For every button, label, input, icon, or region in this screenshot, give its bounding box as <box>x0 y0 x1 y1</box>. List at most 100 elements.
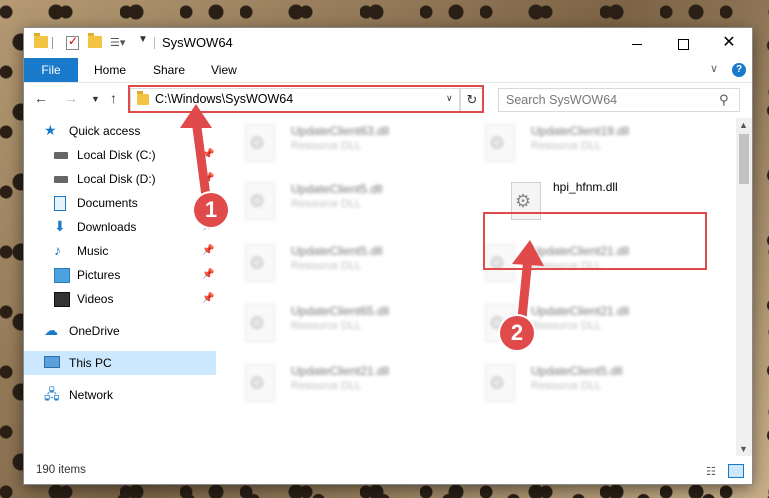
chevron-down-icon[interactable]: ∨ <box>710 62 718 75</box>
sidebar-item-downloads[interactable]: ⬇ Downloads 📌 <box>24 215 216 239</box>
documents-icon <box>54 196 66 211</box>
file-item[interactable]: UpdateClient5.dll Resource DLL <box>461 358 691 408</box>
file-highlight-box <box>483 212 707 270</box>
sidebar-item-label: Local Disk (C:) <box>77 148 156 162</box>
ribbon-tabs: File Home Share View ∨ ? <box>24 58 752 83</box>
sidebar-item-this-pc[interactable]: This PC <box>24 351 216 375</box>
dll-file-icon <box>485 364 515 402</box>
dll-file-icon <box>245 124 275 162</box>
sidebar-item-label: Quick access <box>69 124 141 138</box>
minimize-icon <box>632 43 642 45</box>
recent-locations-icon[interactable]: ▼ <box>91 94 100 104</box>
file-name: hpi_hfnm.dll <box>553 180 618 194</box>
large-icons-view-icon[interactable] <box>728 464 744 478</box>
dll-file-icon <box>245 304 275 342</box>
file-item[interactable]: UpdateClient5.dll Resource DLL <box>221 176 451 226</box>
pin-icon[interactable]: 📌 <box>202 293 214 304</box>
file-name: UpdateClient5.dll <box>291 182 383 196</box>
file-name: UpdateClient21.dll <box>531 304 630 318</box>
sidebar-item-local-disk-c[interactable]: Local Disk (C:) 📌 <box>24 143 216 167</box>
sidebar-item-label: This PC <box>69 356 112 370</box>
downloads-icon: ⬇ <box>54 218 66 234</box>
pictures-icon <box>54 268 70 283</box>
quick-access-dropdown-icon[interactable]: ▼ <box>138 34 148 45</box>
navigation-pane: ★ Quick access Local Disk (C:) 📌 Local D… <box>24 118 220 456</box>
file-name: UpdateClient65.dll <box>291 304 390 318</box>
pin-icon[interactable]: 📌 <box>202 269 214 280</box>
scroll-down-icon[interactable]: ▼ <box>739 444 748 454</box>
search-input[interactable]: Search SysWOW64 <box>506 93 617 107</box>
dll-file-icon <box>245 364 275 402</box>
help-icon[interactable]: ? <box>732 63 746 77</box>
back-arrow-icon[interactable]: ← <box>34 90 48 106</box>
maximize-icon <box>677 38 689 50</box>
dll-file-icon <box>245 244 275 282</box>
item-count: 190 items <box>36 464 86 476</box>
sidebar-item-documents[interactable]: Documents 📌 <box>24 191 216 215</box>
navigation-row: ← → ▼ ↑ C:\Windows\SysWOW64 ∨ ↻ Search S… <box>24 84 752 116</box>
file-list: UpdateClient63.dll Resource DLL UpdateCl… <box>221 118 736 456</box>
file-name: UpdateClient5.dll <box>531 364 623 378</box>
folder-icon <box>34 33 48 48</box>
sidebar-item-quick-access[interactable]: ★ Quick access <box>24 119 216 143</box>
file-item[interactable]: UpdateClient21.dll Resource DLL <box>461 298 691 348</box>
search-box[interactable]: Search SysWOW64 ⚲ <box>498 88 740 112</box>
disk-icon <box>54 176 68 183</box>
file-name: UpdateClient21.dll <box>291 364 390 378</box>
title-separator-2 <box>154 37 155 49</box>
file-type: Resource DLL <box>291 260 362 272</box>
pin-icon[interactable]: 📌 <box>202 149 214 160</box>
sidebar-item-label: Music <box>77 244 109 258</box>
file-name: UpdateClient5.dll <box>291 244 383 258</box>
sidebar-item-local-disk-d[interactable]: Local Disk (D:) 📌 <box>24 167 216 191</box>
sidebar-item-label: OneDrive <box>69 324 120 338</box>
file-type: Resource DLL <box>531 380 602 392</box>
sidebar-item-onedrive[interactable]: ☁ OneDrive <box>24 319 216 343</box>
file-type: Resource DLL <box>291 380 362 392</box>
view-options-icon[interactable]: ☰▾ <box>110 36 134 49</box>
forward-arrow-icon[interactable]: → <box>64 90 78 106</box>
file-type: Resource DLL <box>291 140 362 152</box>
pin-icon[interactable]: 📌 <box>202 173 214 184</box>
up-arrow-icon[interactable]: ↑ <box>110 90 117 106</box>
sidebar-item-music[interactable]: ♪ Music 📌 <box>24 239 216 263</box>
close-button[interactable]: ✕ <box>706 28 752 58</box>
file-item[interactable]: UpdateClient65.dll Resource DLL <box>221 298 451 348</box>
step-marker-1: 1 <box>194 193 228 227</box>
search-icon: ⚲ <box>719 92 729 107</box>
star-icon: ★ <box>44 122 57 138</box>
videos-icon <box>54 292 70 307</box>
window-title: SysWOW64 <box>162 35 233 50</box>
tab-home[interactable]: Home <box>94 58 126 82</box>
file-name: UpdateClient19.dll <box>531 124 630 138</box>
file-type: Resource DLL <box>291 198 362 210</box>
scroll-thumb[interactable] <box>739 134 749 184</box>
scroll-up-icon[interactable]: ▲ <box>739 120 748 130</box>
minimize-button[interactable] <box>614 28 660 58</box>
cloud-icon: ☁ <box>44 322 58 338</box>
properties-icon[interactable] <box>66 34 79 50</box>
new-folder-icon[interactable] <box>88 33 102 48</box>
disk-icon <box>54 152 68 159</box>
tab-view[interactable]: View <box>211 58 237 82</box>
music-icon: ♪ <box>54 242 61 258</box>
file-item[interactable]: UpdateClient5.dll Resource DLL <box>221 238 451 288</box>
title-separator <box>52 37 53 49</box>
sidebar-item-label: Pictures <box>77 268 121 282</box>
network-icon: 🖧 <box>44 386 60 402</box>
pin-icon[interactable]: 📌 <box>202 245 214 256</box>
tab-file[interactable]: File <box>24 58 78 82</box>
vertical-scrollbar[interactable]: ▲ ▼ <box>736 118 752 456</box>
sidebar-item-network[interactable]: 🖧 Network <box>24 383 216 407</box>
sidebar-item-pictures[interactable]: Pictures 📌 <box>24 263 216 287</box>
file-item[interactable]: UpdateClient19.dll Resource DLL <box>461 118 691 168</box>
sidebar-item-videos[interactable]: Videos 📌 <box>24 287 216 311</box>
dll-file-icon <box>245 182 275 220</box>
file-item[interactable]: UpdateClient21.dll Resource DLL <box>221 358 451 408</box>
title-bar: ☰▾ ▼ SysWOW64 ✕ <box>24 28 752 58</box>
maximize-button[interactable] <box>660 28 706 58</box>
file-item[interactable]: UpdateClient63.dll Resource DLL <box>221 118 451 168</box>
tab-share[interactable]: Share <box>153 58 185 82</box>
details-view-icon[interactable]: ☷ <box>706 465 716 478</box>
file-type: Resource DLL <box>531 320 602 332</box>
